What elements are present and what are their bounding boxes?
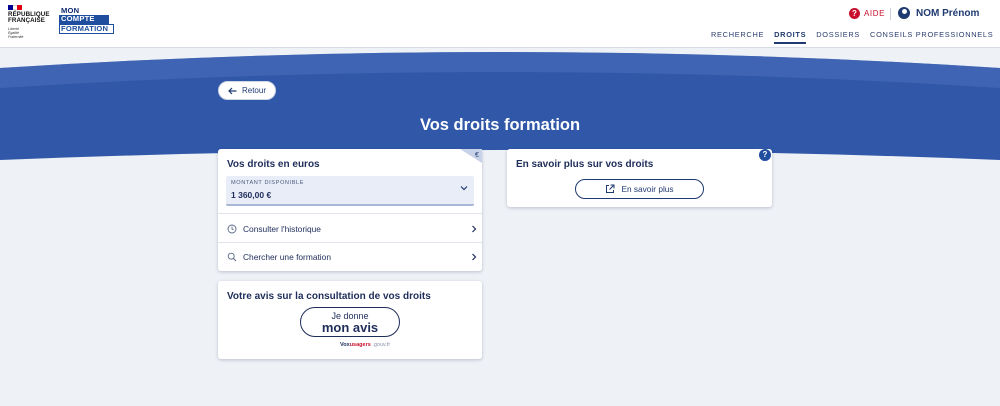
question-icon[interactable]: ? [759, 149, 771, 161]
feedback-card-title: Votre avis sur la consultation de vos dr… [227, 291, 431, 302]
link-search-training[interactable]: Chercher une formation [227, 250, 477, 264]
learn-more-label: En savoir plus [621, 184, 674, 194]
amount-value: 1 360,00 € [231, 190, 272, 200]
euro-corner-icon: € [460, 149, 482, 163]
feedback-card: Votre avis sur la consultation de vos dr… [218, 281, 482, 359]
amount-label: MONTANT DISPONIBLE [231, 180, 305, 186]
feedback-button-big: mon avis [321, 320, 379, 335]
motto-3: Fraternité [8, 34, 24, 39]
nav-dossiers[interactable]: DOSSIERS [816, 29, 860, 47]
chevron-right-icon [472, 225, 477, 233]
amount-select[interactable]: MONTANT DISPONIBLE 1 360,00 € [226, 176, 474, 206]
french-flag-icon [8, 5, 23, 10]
help-icon: ? [849, 8, 860, 19]
learn-more-button[interactable]: En savoir plus [575, 179, 704, 199]
history-icon [227, 224, 237, 234]
voxusagers-logo: Voxusagers .gouv.fr [340, 342, 390, 348]
republique-title-2: FRANÇAISE [8, 17, 45, 25]
back-button[interactable]: Retour [218, 81, 276, 100]
user-menu[interactable]: NOM Prénom [898, 7, 979, 19]
hero-banner [0, 52, 1000, 160]
nav-droits[interactable]: DROITS [774, 29, 807, 47]
nav-recherche[interactable]: RECHERCHE [711, 29, 764, 47]
header-separator [890, 8, 891, 20]
divider [218, 213, 482, 214]
voxusagers-part-2: usagers [349, 342, 371, 348]
nav-conseils-professionnels[interactable]: CONSEILS PROFESSIONNELS [870, 29, 993, 47]
mon-compte-formation-logo[interactable]: MON COMPTE FORMATION [59, 6, 114, 37]
arrow-left-icon [228, 87, 237, 94]
main-nav: RECHERCHE DROITS DOSSIERS CONSEILS PROFE… [711, 29, 993, 47]
top-header: RÉPUBLIQUE FRANÇAISE Liberté Égalité Fra… [0, 0, 1000, 48]
back-button-label: Retour [241, 86, 266, 95]
chevron-down-icon [460, 186, 468, 191]
rights-card-title: Vos droits en euros [227, 159, 320, 170]
give-feedback-button[interactable]: Je donne mon avis [300, 307, 400, 337]
chevron-right-icon [472, 253, 477, 261]
user-name: NOM Prénom [916, 7, 980, 19]
help-label: AIDE [864, 9, 886, 18]
rights-card: € Vos droits en euros MONTANT DISPONIBLE… [218, 149, 482, 271]
mcf-logo-line-3: FORMATION [59, 23, 114, 35]
link-history-label: Consulter l'historique [243, 224, 321, 234]
mcf-logo-line-2: COMPTE [59, 14, 109, 24]
divider [218, 242, 482, 243]
voxusagers-part-1: Vox [340, 342, 350, 348]
help-link[interactable]: ? AIDE [849, 8, 885, 19]
info-card-title: En savoir plus sur vos droits [516, 159, 654, 170]
external-link-icon [606, 184, 615, 193]
user-icon [898, 7, 910, 19]
page-title: Vos droits formation [419, 116, 581, 134]
republique-francaise-logo[interactable]: RÉPUBLIQUE FRANÇAISE Liberté Égalité Fra… [8, 5, 54, 39]
search-icon [227, 252, 237, 262]
link-search-label: Chercher une formation [243, 252, 331, 262]
info-card: En savoir plus sur vos droits ? En savoi… [507, 149, 772, 207]
link-history[interactable]: Consulter l'historique [227, 222, 477, 236]
svg-text:€: € [475, 152, 479, 159]
voxusagers-part-3: .gouv.fr [372, 342, 391, 348]
